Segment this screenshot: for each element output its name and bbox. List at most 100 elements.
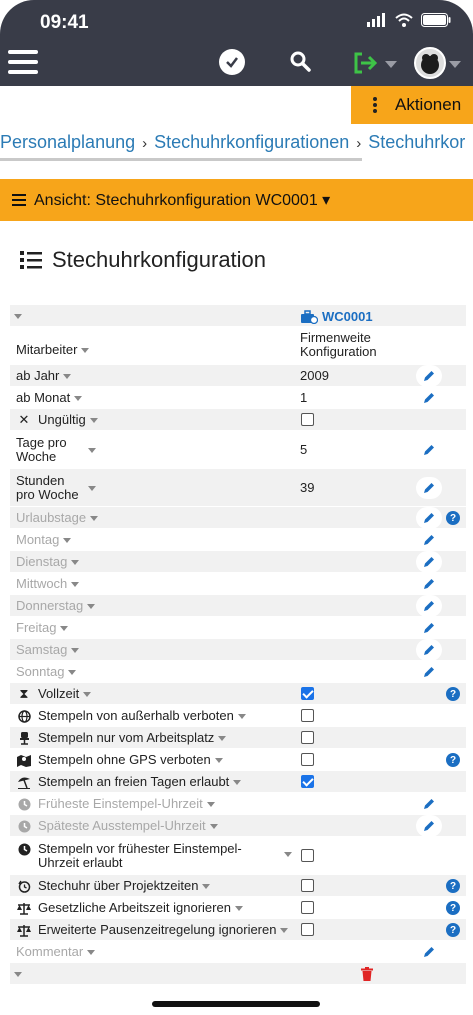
row-label[interactable]: ✕ Ungültig xyxy=(16,413,98,427)
row-label[interactable]: Stempeln ohne GPS verboten xyxy=(16,753,223,767)
edit-button[interactable] xyxy=(416,439,442,461)
help-icon[interactable]: ? xyxy=(446,687,460,701)
breadcrumb-item[interactable]: Stechuhrkor xyxy=(368,132,465,152)
chevron-down-icon[interactable] xyxy=(206,801,215,807)
edit-button[interactable] xyxy=(416,365,442,387)
help-icon[interactable]: ? xyxy=(446,923,460,937)
row-label[interactable]: Samstag xyxy=(16,643,80,657)
clock-check-icon[interactable] xyxy=(219,49,245,75)
chevron-down-icon[interactable] xyxy=(87,603,96,609)
legal-worktime-checkbox[interactable] xyxy=(301,901,314,914)
help-icon[interactable]: ? xyxy=(446,879,460,893)
workplace-only-checkbox[interactable] xyxy=(301,731,314,744)
chevron-down-icon[interactable] xyxy=(89,417,98,423)
edit-button[interactable] xyxy=(416,573,442,595)
search-icon[interactable] xyxy=(288,49,312,78)
breadcrumb-scrollbar[interactable] xyxy=(0,158,362,161)
row-label[interactable]: Stempeln an freien Tagen erlaubt xyxy=(16,775,242,789)
chevron-down-icon[interactable] xyxy=(71,559,80,565)
row-label[interactable]: Späteste Ausstempel-Uhrzeit xyxy=(16,819,218,833)
edit-button[interactable] xyxy=(416,595,442,617)
chevron-down-icon[interactable] xyxy=(214,757,223,763)
home-indicator[interactable] xyxy=(152,1001,320,1007)
row-label[interactable]: Stempeln nur vom Arbeitsplatz xyxy=(16,731,227,745)
edit-button[interactable] xyxy=(416,639,442,661)
chevron-down-icon[interactable] xyxy=(87,949,96,955)
chevron-down-icon[interactable] xyxy=(71,647,80,653)
break-rule-checkbox[interactable] xyxy=(301,923,314,936)
project-times-checkbox[interactable] xyxy=(301,879,314,892)
edit-button[interactable] xyxy=(416,551,442,573)
column-menu-chevron-icon[interactable] xyxy=(14,314,22,319)
row-label[interactable]: Tage pro Woche xyxy=(16,436,96,464)
view-selector[interactable]: Ansicht: Stechuhrkonfiguration WC0001 ▾ xyxy=(0,179,473,221)
chevron-down-icon[interactable] xyxy=(81,347,90,353)
no-gps-checkbox[interactable] xyxy=(301,753,314,766)
edit-button[interactable] xyxy=(416,507,442,529)
chevron-down-icon[interactable] xyxy=(68,669,77,675)
breadcrumb-item[interactable]: Stechuhrkonfigurationen xyxy=(154,132,349,152)
chevron-down-icon[interactable] xyxy=(63,537,72,543)
hamburger-icon[interactable] xyxy=(8,50,38,76)
edit-button[interactable] xyxy=(416,387,442,409)
help-icon[interactable]: ? xyxy=(446,511,460,525)
chevron-down-icon[interactable] xyxy=(60,625,69,631)
row-label[interactable]: ab Monat xyxy=(16,391,83,405)
logout-icon[interactable] xyxy=(352,51,380,80)
row-label[interactable]: Dienstag xyxy=(16,555,80,569)
row-label[interactable]: Mittwoch xyxy=(16,577,80,591)
fulltime-checkbox[interactable] xyxy=(301,687,314,700)
row-label[interactable]: Erweiterte Pausenzeitregelung ignorieren xyxy=(16,923,289,937)
row-label[interactable]: Mitarbeiter xyxy=(16,343,90,357)
chevron-down-icon[interactable] xyxy=(284,852,292,857)
trash-icon[interactable] xyxy=(361,967,373,981)
edit-button[interactable] xyxy=(416,529,442,551)
edit-button[interactable] xyxy=(416,793,442,815)
row-label[interactable]: Freitag xyxy=(16,621,69,635)
row-label[interactable]: Urlaubstage xyxy=(16,511,99,525)
chevron-down-icon[interactable] xyxy=(71,581,80,587)
row-label[interactable]: ab Jahr xyxy=(16,369,72,383)
row-label[interactable]: Stechuhr über Projektzeiten xyxy=(16,879,211,893)
edit-button[interactable] xyxy=(416,617,442,639)
chevron-down-icon[interactable] xyxy=(202,883,211,889)
edit-button[interactable] xyxy=(416,815,442,837)
chevron-down-icon[interactable] xyxy=(74,395,83,401)
row-label[interactable]: Früheste Einstempel-Uhrzeit xyxy=(16,797,215,811)
edit-button[interactable] xyxy=(416,477,442,499)
chevron-down-icon[interactable] xyxy=(88,485,96,491)
invalid-checkbox[interactable] xyxy=(301,413,314,426)
row-label[interactable]: Gesetzliche Arbeitszeit ignorieren xyxy=(16,901,243,915)
chevron-down-icon[interactable] xyxy=(280,927,289,933)
chevron-down-icon[interactable] xyxy=(234,905,243,911)
chevron-down-icon[interactable] xyxy=(90,515,99,521)
chevron-down-icon[interactable] xyxy=(233,779,242,785)
avatar[interactable] xyxy=(414,47,446,79)
avatar-chevron-down-icon[interactable] xyxy=(449,61,461,68)
free-days-checkbox[interactable] xyxy=(301,775,314,788)
edit-button[interactable] xyxy=(416,941,442,963)
column-menu-chevron-icon[interactable] xyxy=(14,972,22,977)
row-label[interactable]: ⧗ Vollzeit xyxy=(16,687,92,701)
edit-button[interactable] xyxy=(416,661,442,683)
row-label[interactable]: Donnerstag xyxy=(16,599,96,613)
row-label[interactable]: Montag xyxy=(16,533,72,547)
chevron-down-icon[interactable] xyxy=(88,447,96,453)
record-link[interactable]: WC0001 xyxy=(300,309,373,324)
before-earliest-checkbox[interactable] xyxy=(301,849,314,862)
breadcrumb-item[interactable]: Personalplanung xyxy=(0,132,135,152)
chevron-down-icon[interactable] xyxy=(63,373,72,379)
chevron-down-icon[interactable] xyxy=(218,735,227,741)
help-icon[interactable]: ? xyxy=(446,901,460,915)
actions-button[interactable]: Aktionen xyxy=(351,86,473,124)
row-label[interactable]: Stempeln vor frühester Einstempel-Uhrzei… xyxy=(16,842,258,870)
row-label[interactable]: Stunden pro Woche xyxy=(16,474,96,502)
row-label[interactable]: Stempeln von außerhalb verboten xyxy=(16,709,246,723)
row-label[interactable]: Sonntag xyxy=(16,665,77,679)
outside-stamping-checkbox[interactable] xyxy=(301,709,314,722)
chevron-down-icon[interactable] xyxy=(209,823,218,829)
chevron-down-icon[interactable] xyxy=(83,691,92,697)
logout-chevron-down-icon[interactable] xyxy=(385,61,397,68)
row-label[interactable]: Kommentar xyxy=(16,945,96,959)
help-icon[interactable]: ? xyxy=(446,753,460,767)
